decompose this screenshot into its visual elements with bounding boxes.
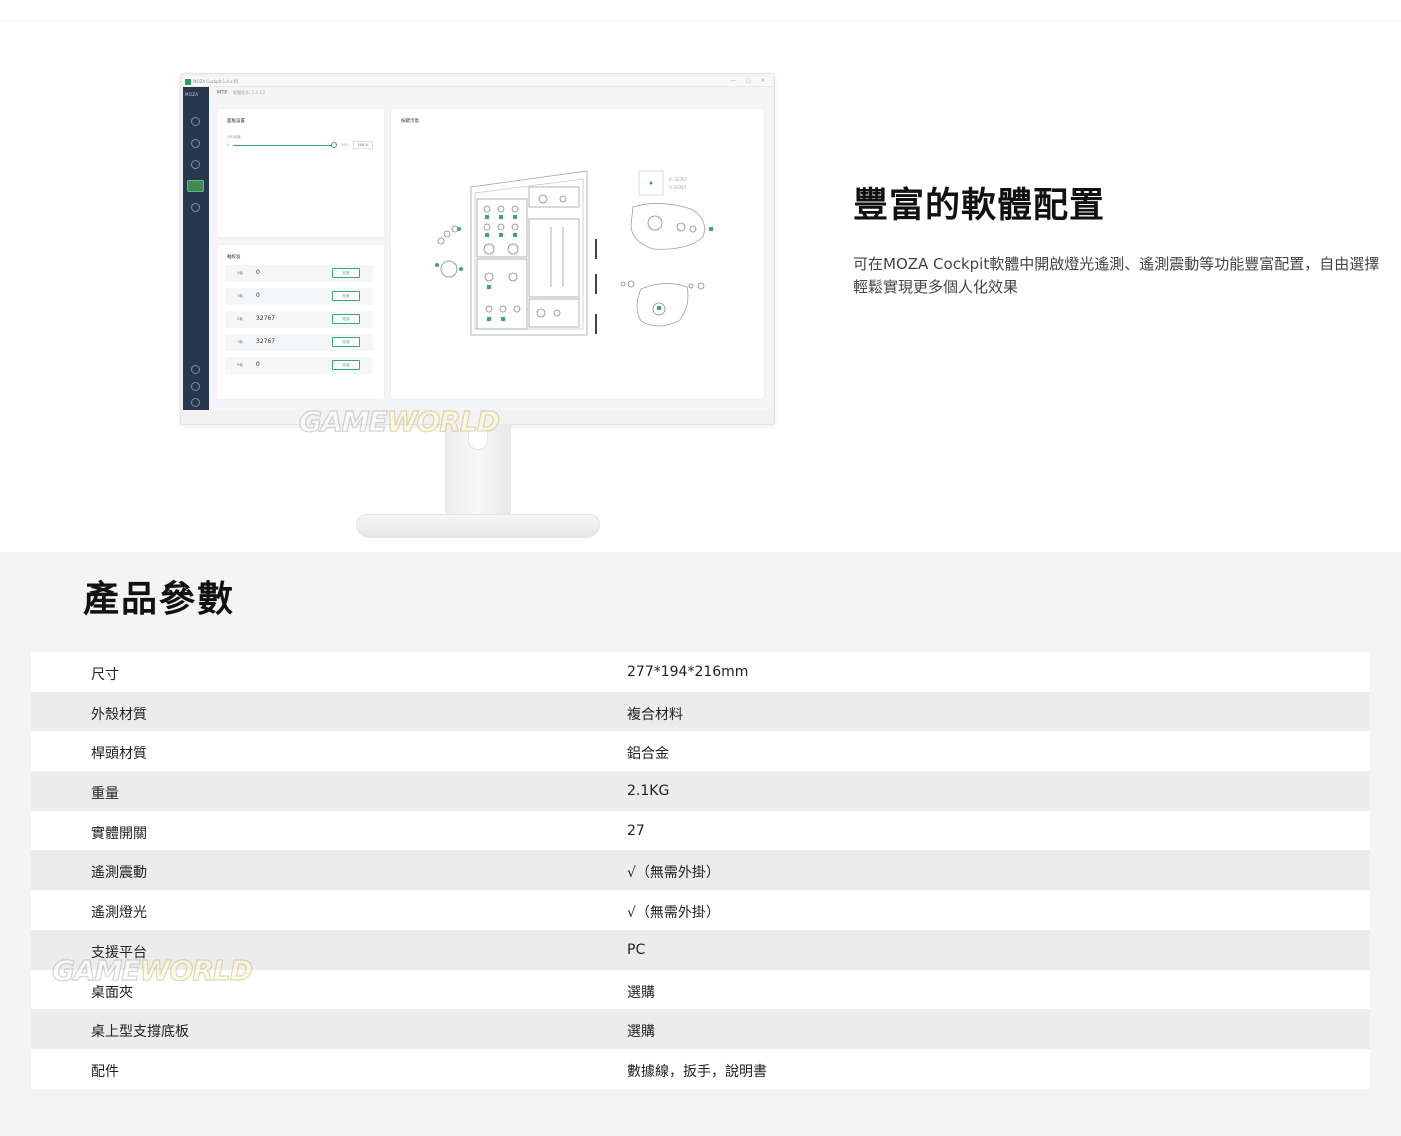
- slider-min-label: 0: [227, 143, 230, 147]
- x-axis-readout: X: 32767: [669, 177, 688, 182]
- table-row: 重量 2.1KG: [31, 771, 1370, 811]
- watermark-part-world: WORLD: [386, 404, 501, 438]
- axis-row: T軸 32767 校准: [225, 334, 373, 351]
- spec-value: 複合材料: [627, 706, 683, 723]
- app-icon: [185, 79, 191, 85]
- table-row: 桌上型支撐底板 選購: [31, 1009, 1370, 1049]
- feature-title: 豐富的軟體配置: [853, 186, 1106, 226]
- cockpit-panel-diagram: X: 32767 Y: 32767: [435, 170, 713, 336]
- led-brightness-label: LED亮度: [227, 135, 241, 139]
- calibrate-button[interactable]: 校准: [332, 291, 360, 301]
- spec-key: 重量: [91, 786, 119, 803]
- spec-key: 配件: [91, 1063, 119, 1080]
- table-row: 外殼材質 複合材料: [31, 691, 1370, 732]
- table-row: 遙測震動 √（無需外掛）: [31, 850, 1370, 891]
- axis-label: T軸: [237, 340, 243, 344]
- axis-value: 0: [256, 361, 260, 368]
- product-specs-section: 產品參數 尺寸 277*194*216mm 外殼材質 複合材料 桿頭材質 鋁合金 重量…: [0, 552, 1401, 1136]
- home-icon[interactable]: [191, 117, 200, 126]
- spec-value: √（無需外掛）: [627, 905, 720, 922]
- calibrate-button[interactable]: 校准: [332, 360, 360, 370]
- info-icon[interactable]: [191, 382, 200, 391]
- spec-value: 選購: [627, 1024, 655, 1041]
- panel-icon[interactable]: [187, 180, 204, 192]
- watermark-part-world: WORLD: [139, 953, 254, 987]
- app-sidebar: MOZA: [183, 87, 209, 410]
- spec-key: 遙測震動: [91, 865, 147, 882]
- product-feature-section: MOZA Cockpit 1.4.x P1 — □ ✕ MOZA MTP 韌體版…: [0, 0, 1401, 552]
- y-axis-readout: Y: 32767: [668, 185, 687, 190]
- axis-label: X軸: [237, 271, 243, 275]
- table-row: 配件 數據線，扳手，說明書: [31, 1048, 1370, 1089]
- axis-label: Z軸: [237, 317, 243, 321]
- calibrate-button[interactable]: 校准: [332, 268, 360, 278]
- brightness-slider-handle[interactable]: [331, 142, 337, 148]
- window-title: MOZA Cockpit 1.4.x P1: [193, 79, 239, 84]
- spec-value: 27: [627, 822, 645, 839]
- axis-calibration-title: 軸校准: [227, 255, 241, 260]
- firmware-version: 韌體版本: 1.4.1.2: [232, 90, 266, 95]
- watermark-logo: GAMEWORLD: [51, 953, 254, 987]
- table-row: 尺寸 277*194*216mm: [31, 652, 1370, 692]
- axis-row: X軸 0 校准: [225, 265, 373, 282]
- gear-icon[interactable]: [191, 398, 200, 407]
- spec-value: √（無需外掛）: [627, 865, 720, 882]
- spec-value: 277*194*216mm: [627, 664, 749, 680]
- watermark-logo: GAMEWORLD: [298, 404, 501, 438]
- axis-row: R軸 0 校准: [225, 357, 373, 374]
- slider-max-label: 100: [341, 143, 348, 147]
- specs-table: 尺寸 277*194*216mm 外殼材質 複合材料 桿頭材質 鋁合金 重量 2.1KG…: [31, 652, 1370, 1089]
- axis-value: 32767: [256, 315, 276, 322]
- calibrate-button[interactable]: 校准: [332, 314, 360, 324]
- axis-row: Y軸 0 校准: [225, 288, 373, 305]
- axis-label: R軸: [237, 363, 243, 367]
- close-icon[interactable]: ✕: [761, 78, 765, 84]
- feature-description: 可在MOZA Cockpit軟體中開啟燈光遙測、遙測震動等功能豐富配置，自由選擇…: [853, 255, 1380, 296]
- spec-value: 數據線，扳手，說明書: [627, 1063, 767, 1080]
- spec-key: 外殼材質: [91, 706, 147, 723]
- pedals-icon[interactable]: [191, 203, 200, 212]
- spec-key: 尺寸: [91, 667, 119, 683]
- calibrate-button[interactable]: 校准: [332, 337, 360, 347]
- brand-logo: MOZA: [185, 92, 199, 97]
- button-display-card: 按鍵示意 X: 32767 Y: 32767: [391, 109, 764, 399]
- table-row: 桿頭材質 鋁合金: [31, 731, 1370, 772]
- joystick-icon[interactable]: [191, 139, 200, 148]
- axis-value: 0: [256, 292, 260, 299]
- spec-value: 2.1KG: [627, 783, 670, 800]
- moza-cockpit-window: MOZA Cockpit 1.4.x P1 — □ ✕ MOZA MTP 韌體版…: [183, 77, 772, 410]
- brightness-slider-track[interactable]: [233, 145, 333, 146]
- spec-value: 鋁合金: [627, 746, 669, 763]
- minimize-icon[interactable]: —: [731, 78, 736, 84]
- axis-value: 32767: [256, 338, 276, 345]
- panel-settings-title: 面板設置: [227, 119, 245, 124]
- device-name: MTP: [217, 90, 228, 96]
- window-titlebar: MOZA Cockpit 1.4.x P1 — □ ✕: [183, 77, 772, 87]
- spec-key: 遙測燈光: [91, 905, 147, 922]
- watermark-part-game: GAME: [51, 953, 141, 987]
- throttle-icon[interactable]: [191, 160, 200, 169]
- brightness-value-input[interactable]: 100 %: [353, 141, 373, 149]
- spec-value: 選購: [627, 984, 655, 1001]
- spec-key: 桿頭材質: [91, 746, 147, 763]
- divider: [0, 20, 1401, 21]
- table-row: 實體開關 27: [31, 810, 1370, 851]
- specs-title: 產品參數: [83, 579, 236, 620]
- spec-value: PC: [627, 941, 646, 958]
- axis-calibration-card: 軸校准 X軸 0 校准 Y軸 0 校准 Z軸 32767 校准 T軸 32767…: [217, 245, 384, 399]
- device-header: MTP 韌體版本: 1.4.1.2: [217, 90, 266, 96]
- axis-label: Y軸: [237, 294, 243, 298]
- axis-value: 0: [256, 269, 260, 276]
- list-icon[interactable]: [191, 365, 200, 374]
- watermark-part-game: GAME: [298, 404, 388, 438]
- axis-row: Z軸 32767 校准: [225, 311, 373, 328]
- spec-key: 實體開關: [91, 825, 147, 842]
- spec-key: 桌上型支撐底板: [91, 1024, 189, 1041]
- panel-settings-card: 面板設置 LED亮度 0 100 100 %: [217, 109, 384, 237]
- maximize-icon[interactable]: □: [746, 78, 751, 84]
- monitor-screenshot: MOZA Cockpit 1.4.x P1 — □ ✕ MOZA MTP 韌體版…: [180, 73, 775, 425]
- monitor-stand-base: [356, 514, 600, 538]
- table-row: 遙測燈光 √（無需外掛）: [31, 890, 1370, 930]
